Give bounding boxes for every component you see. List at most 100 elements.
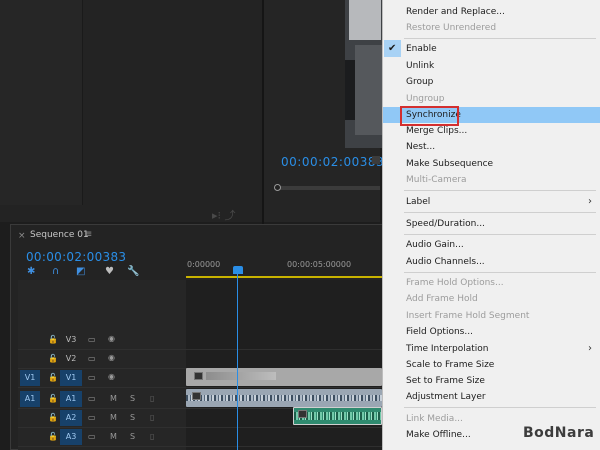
timeline-timecode[interactable]: 00:00:02:00383 (26, 250, 126, 264)
video-shadow (345, 60, 355, 120)
menu-item-audio-gain[interactable]: Audio Gain... (383, 237, 600, 253)
film-icon[interactable]: ▭ (88, 373, 96, 382)
menu-item-nest[interactable]: Nest... (383, 139, 600, 155)
menu-item-label: Render and Replace... (406, 7, 505, 17)
mic-icon[interactable]: ▯ (150, 432, 154, 441)
snap-icon[interactable]: ✱ (27, 266, 35, 277)
playhead-line[interactable] (237, 274, 238, 450)
menu-separator (404, 38, 596, 39)
monitor-settings-icon[interactable] (372, 156, 380, 164)
lock-icon[interactable]: 🔓 (48, 335, 58, 344)
eye-icon[interactable]: ◉ (108, 372, 115, 381)
mute-button[interactable]: M (110, 432, 117, 441)
menu-item-group[interactable]: Group (383, 74, 600, 90)
track-label-a3[interactable]: A3 (60, 429, 82, 445)
panel-menu-icon[interactable]: ≡ (84, 229, 92, 240)
lock-icon[interactable]: 🔓 (48, 432, 58, 441)
menu-item-frame-hold-options: Frame Hold Options... (383, 275, 600, 291)
check-icon: ✔ (388, 43, 397, 54)
lock-icon[interactable]: 🔓 (48, 394, 58, 403)
source-patch-v1[interactable]: V1 (20, 370, 40, 386)
linked-selection-icon[interactable]: ∩ (52, 266, 59, 277)
track-label-v2[interactable]: V2 (62, 351, 80, 367)
film-icon[interactable]: ▭ (88, 335, 96, 344)
audio-clip-a2[interactable] (293, 407, 382, 425)
film-icon[interactable]: ▭ (88, 413, 96, 422)
close-icon[interactable]: × (18, 231, 26, 241)
track-label-v1[interactable]: V1 (60, 370, 82, 386)
scrubber-handle[interactable] (274, 184, 281, 191)
track-label-a1[interactable]: A1 (60, 391, 82, 407)
wrench-icon[interactable]: 🔧 (127, 266, 139, 277)
solo-button[interactable]: S (130, 394, 135, 403)
menu-item-label: Unlink (406, 61, 435, 71)
menu-item-speed-duration[interactable]: Speed/Duration... (383, 216, 600, 232)
work-area-bar[interactable] (186, 276, 382, 278)
menu-item-time-interpolation[interactable]: Time Interpolation › (383, 341, 600, 357)
film-icon[interactable]: ▭ (88, 432, 96, 441)
mute-button[interactable]: M (110, 394, 117, 403)
menu-item-make-subsequence[interactable]: Make Subsequence (383, 156, 600, 172)
menu-item-unlink[interactable]: Unlink (383, 58, 600, 74)
menu-separator (404, 212, 596, 213)
eye-icon[interactable]: ◉ (108, 334, 115, 343)
menu-item-field-options[interactable]: Field Options... (383, 324, 600, 340)
ruler-label-start: 0:00000 (187, 260, 221, 269)
menu-item-label: Link Media... (406, 414, 463, 424)
mic-icon[interactable]: ▯ (150, 413, 154, 422)
playhead-handle[interactable] (233, 266, 243, 274)
menu-item-label: Add Frame Hold (406, 294, 478, 304)
menu-item-set-to-frame-size[interactable]: Set to Frame Size (383, 373, 600, 389)
menu-item-enable[interactable]: ✔ Enable (383, 41, 600, 57)
project-panel (0, 0, 83, 205)
menu-item-label: Insert Frame Hold Segment (406, 311, 530, 321)
track-label-v3[interactable]: V3 (62, 332, 80, 348)
menu-item-render-and-replace[interactable]: Render and Replace... (383, 4, 600, 20)
source-patch-a1[interactable]: A1 (20, 391, 40, 407)
menu-item-label: Audio Channels... (406, 257, 485, 267)
solo-button[interactable]: S (130, 413, 135, 422)
menu-item-label: Ungroup (406, 94, 445, 104)
menu-item-label: Audio Gain... (406, 240, 464, 250)
marker-icon[interactable]: ♥ (105, 266, 114, 277)
menu-item-multi-camera: Multi-Camera (383, 172, 600, 188)
film-icon[interactable]: ▭ (88, 394, 96, 403)
video-clip-v1[interactable] (186, 368, 382, 386)
menu-item-label: Scale to Frame Size (406, 360, 495, 370)
solo-button[interactable]: S (130, 432, 135, 441)
lock-icon[interactable]: 🔓 (48, 354, 58, 363)
lock-icon[interactable]: 🔓 (48, 373, 58, 382)
submenu-arrow-icon: › (588, 343, 592, 354)
track-label-a2[interactable]: A2 (60, 410, 82, 426)
menu-item-label: Set to Frame Size (406, 376, 485, 386)
video-preview (345, 0, 385, 148)
mic-icon[interactable]: ▯ (150, 394, 154, 403)
clip-thumbnail-blur (206, 372, 276, 380)
program-timecode[interactable]: 00:00:02:00383 (281, 155, 384, 169)
menu-item-label: Group (406, 77, 434, 87)
menu-item-ungroup: Ungroup (383, 91, 600, 107)
audio-clip-a1[interactable] (186, 389, 382, 407)
track-row-a3: 🔓 A3 ▭ M S ▯ (18, 428, 382, 447)
menu-item-scale-to-frame-size[interactable]: Scale to Frame Size (383, 357, 600, 373)
panel-footer-icons[interactable]: ▸⁝ ⤴ (212, 207, 236, 223)
menu-item-label: Adjustment Layer (406, 392, 486, 402)
menu-item-audio-channels[interactable]: Audio Channels... (383, 254, 600, 270)
add-marker-icon[interactable]: ◩ (76, 266, 85, 277)
track-row-v2: 🔓 V2 ▭ ◉ (18, 350, 382, 369)
menu-item-adjustment-layer[interactable]: Adjustment Layer (383, 389, 600, 405)
video-subject (355, 45, 385, 135)
menu-item-label-submenu[interactable]: Label › (383, 194, 600, 210)
sequence-tab[interactable]: Sequence 01 (30, 230, 89, 240)
video-highlight (349, 0, 381, 40)
mute-button[interactable]: M (110, 413, 117, 422)
eye-icon[interactable]: ◉ (108, 353, 115, 362)
track-row-v3: 🔓 V3 ▭ ◉ (18, 331, 382, 350)
menu-item-label: Nest... (406, 142, 436, 152)
film-icon[interactable]: ▭ (88, 354, 96, 363)
lock-icon[interactable]: 🔓 (48, 413, 58, 422)
menu-item-label: Field Options... (406, 327, 473, 337)
program-scrubber[interactable] (276, 186, 380, 190)
menu-item-insert-frame-hold-segment: Insert Frame Hold Segment (383, 308, 600, 324)
audio-waveform (186, 395, 382, 401)
